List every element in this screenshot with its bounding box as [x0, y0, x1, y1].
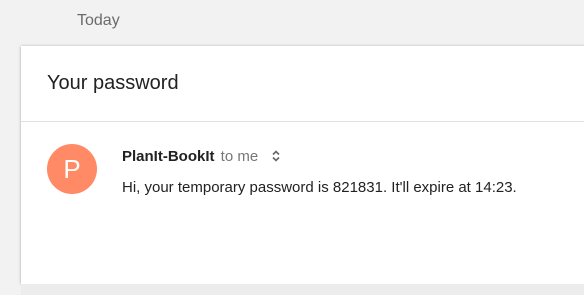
next-message-edge — [21, 284, 584, 295]
sender-name: PlanIt-BookIt — [122, 148, 215, 165]
divider — [21, 121, 584, 122]
date-header: Today — [77, 12, 120, 29]
email-body: Hi, your temporary password is 821831. I… — [122, 179, 517, 196]
sender-avatar: P — [47, 144, 97, 194]
chevron-up-down-icon[interactable] — [272, 149, 280, 166]
email-card: Your password P PlanIt-BookIt to me Hi, … — [21, 46, 584, 284]
email-subject: Your password — [47, 72, 179, 94]
recipient-label: to me — [220, 148, 259, 165]
sender-line: PlanIt-BookIt to me — [122, 148, 280, 166]
